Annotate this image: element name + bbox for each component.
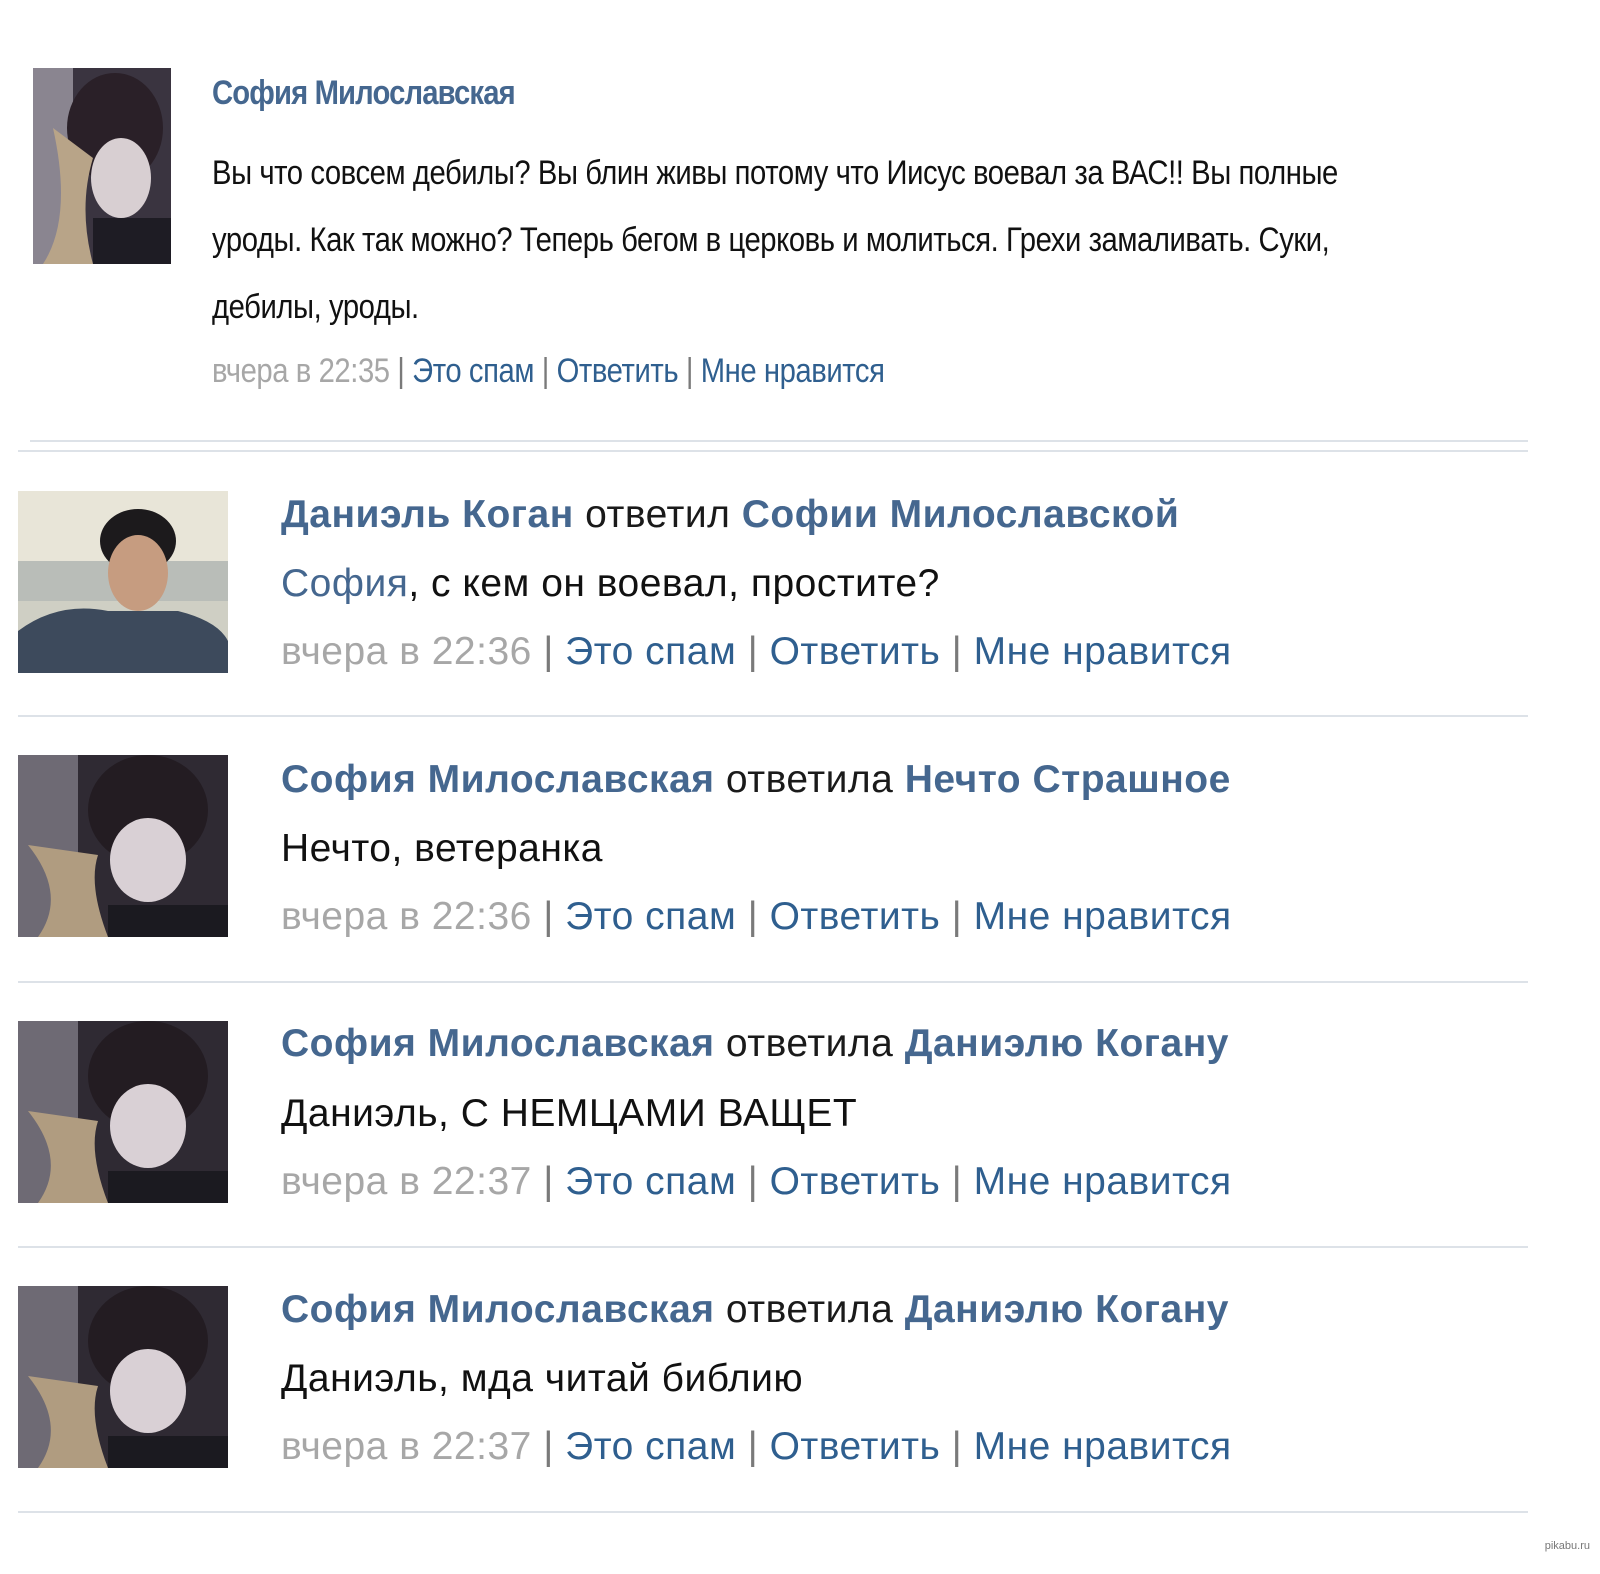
reply-target[interactable]: Даниэлю Когану — [905, 1288, 1229, 1331]
timestamp[interactable]: вчера в 22:36 — [281, 895, 532, 938]
timestamp[interactable]: вчера в 22:37 — [281, 1160, 532, 1203]
reply-target[interactable]: Софии Милославской — [742, 493, 1180, 536]
separator: | — [685, 352, 701, 390]
comment-text: Вы что совсем дебилы? Вы блин живы потом… — [212, 154, 1338, 326]
spam-link[interactable]: Это спам — [565, 1160, 736, 1203]
avatar-photo-icon — [18, 755, 228, 937]
separator: | — [747, 1160, 770, 1203]
avatar-photo-icon — [18, 491, 228, 673]
reply-header: София Милославская ответила Даниэлю Кога… — [281, 1022, 1229, 1066]
author-name[interactable]: София Милославская — [212, 74, 516, 113]
mention-link[interactable]: София — [281, 562, 408, 605]
reply-header: София Милославская ответила Нечто Страшн… — [281, 758, 1231, 802]
divider — [18, 981, 1528, 983]
comment-text: Даниэль, мда читай библию — [281, 1357, 804, 1400]
like-link[interactable]: Мне нравится — [974, 630, 1232, 673]
like-link[interactable]: Мне нравится — [974, 895, 1232, 938]
separator: | — [747, 895, 770, 938]
avatar[interactable] — [18, 1021, 228, 1203]
separator: | — [951, 895, 974, 938]
separator: | — [747, 630, 770, 673]
separator: | — [541, 352, 557, 390]
divider — [18, 450, 1528, 452]
like-link[interactable]: Мне нравится — [974, 1425, 1232, 1468]
reply-verb: ответила — [725, 1022, 894, 1065]
comment-actions: вчера в 22:36 | Это спам | Ответить | Мн… — [281, 630, 1232, 674]
like-link[interactable]: Мне нравится — [974, 1160, 1232, 1203]
avatar-photo-icon — [18, 1286, 228, 1468]
spam-link[interactable]: Это спам — [565, 1425, 736, 1468]
reply-header: София Милославская ответила Даниэлю Кога… — [281, 1288, 1229, 1332]
divider — [18, 1246, 1528, 1248]
divider — [18, 715, 1528, 717]
reply-link[interactable]: Ответить — [770, 895, 941, 938]
watermark: pikabu.ru — [1544, 1540, 1590, 1552]
comment-text: Даниэль, С НЕМЦАМИ ВАЩЕТ — [281, 1092, 858, 1135]
separator: | — [397, 352, 413, 390]
comment-actions: вчера в 22:35 | Это спам | Ответить | Мн… — [212, 352, 885, 391]
separator: | — [951, 630, 974, 673]
reply-header: Даниэль Коган ответил Софии Милославской — [281, 493, 1179, 537]
comment-actions: вчера в 22:37 | Это спам | Ответить | Мн… — [281, 1160, 1232, 1204]
reply-verb: ответил — [585, 493, 731, 536]
like-link[interactable]: Мне нравится — [701, 352, 885, 390]
comment-text: Нечто, ветеранка — [281, 827, 603, 870]
separator: | — [747, 1425, 770, 1468]
spam-link[interactable]: Это спам — [565, 895, 736, 938]
avatar[interactable] — [18, 1286, 228, 1468]
spam-link[interactable]: Это спам — [412, 352, 534, 390]
avatar[interactable] — [33, 68, 171, 264]
separator: | — [543, 1160, 566, 1203]
reply-verb: ответила — [725, 758, 894, 801]
reply-link[interactable]: Ответить — [770, 1425, 941, 1468]
author-name[interactable]: София Милославская — [281, 758, 715, 801]
reply-link[interactable]: Ответить — [770, 1160, 941, 1203]
divider — [30, 440, 1528, 442]
separator: | — [543, 895, 566, 938]
timestamp[interactable]: вчера в 22:35 — [212, 352, 390, 390]
reply-target[interactable]: Нечто Страшное — [905, 758, 1231, 801]
reply-verb: ответила — [725, 1288, 894, 1331]
author-name[interactable]: София Милославская — [281, 1022, 715, 1065]
author-name[interactable]: София Милославская — [281, 1288, 715, 1331]
reply-link[interactable]: Ответить — [770, 630, 941, 673]
comment-body: , с кем он воевал, простите? — [408, 562, 940, 605]
reply-target[interactable]: Даниэлю Когану — [905, 1022, 1229, 1065]
separator: | — [951, 1160, 974, 1203]
comment-text: София, с кем он воевал, простите? — [281, 562, 940, 606]
author-name[interactable]: Даниэль Коган — [281, 493, 574, 536]
spam-link[interactable]: Это спам — [565, 630, 736, 673]
reply-link[interactable]: Ответить — [557, 352, 679, 390]
divider — [18, 1511, 1528, 1513]
separator: | — [543, 1425, 566, 1468]
avatar-photo-icon — [18, 1021, 228, 1203]
avatar[interactable] — [18, 755, 228, 937]
avatar-photo-icon — [33, 68, 171, 264]
comment-actions: вчера в 22:37 | Это спам | Ответить | Мн… — [281, 1425, 1232, 1469]
separator: | — [543, 630, 566, 673]
separator: | — [951, 1425, 974, 1468]
timestamp[interactable]: вчера в 22:37 — [281, 1425, 532, 1468]
avatar[interactable] — [18, 491, 228, 673]
timestamp[interactable]: вчера в 22:36 — [281, 630, 532, 673]
comment-actions: вчера в 22:36 | Это спам | Ответить | Мн… — [281, 895, 1232, 939]
